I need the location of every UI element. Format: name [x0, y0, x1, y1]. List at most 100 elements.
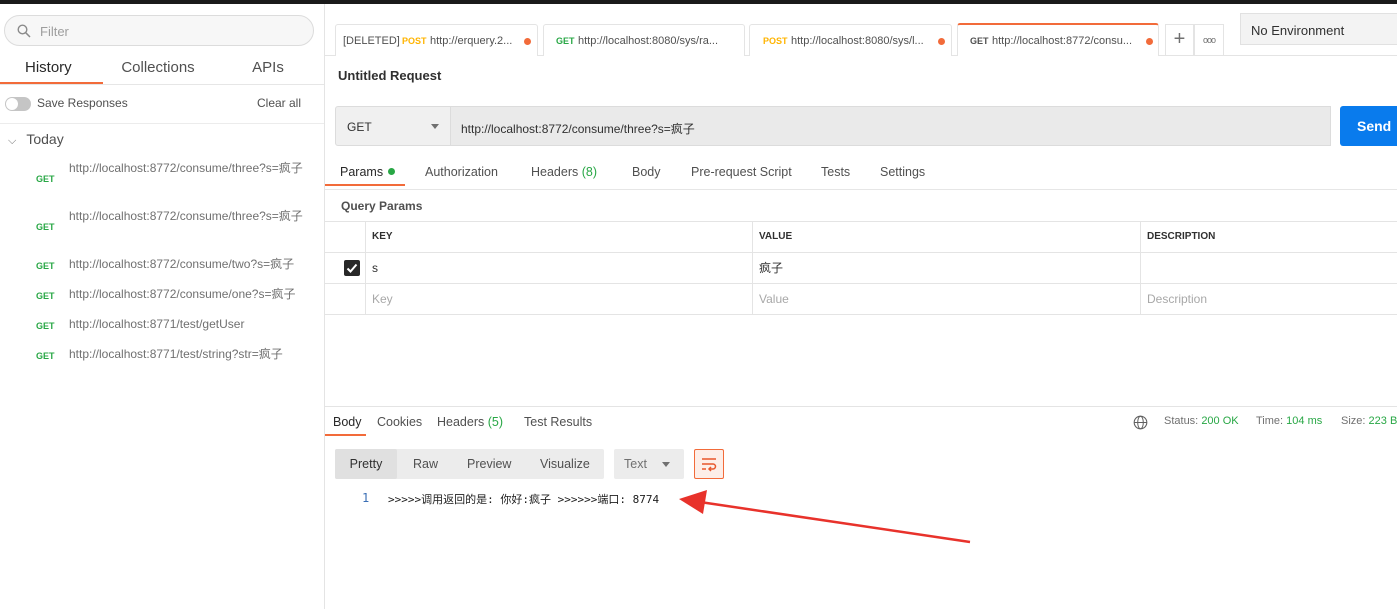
method-badge: GET [36, 174, 55, 184]
caret-down-icon [431, 124, 439, 129]
tab-title: http://localhost:8080/sys/ra... [578, 35, 719, 47]
method-badge: GET [970, 36, 989, 46]
tab-response-headers[interactable]: Headers (5) [437, 415, 503, 429]
tab-cookies[interactable]: Cookies [377, 415, 422, 429]
response-body-text[interactable]: >>>>>调用返回的是: 你好:疯子 >>>>>>端口: 8774 [388, 491, 659, 507]
method-select[interactable]: GET [335, 106, 451, 146]
status-label: Status: [1164, 415, 1199, 427]
tab-response-body[interactable]: Body [333, 415, 362, 429]
table-row: s 疯子 [325, 253, 1397, 284]
save-responses-toggle[interactable] [5, 97, 31, 111]
history-url: http://localhost:8772/consume/three?s=疯子 [69, 161, 303, 175]
size-label: Size: [1341, 415, 1366, 427]
tab-apis[interactable]: APIs [248, 59, 288, 85]
history-item[interactable]: GET http://localhost:8771/test/string?st… [0, 346, 324, 370]
tab-params[interactable]: Params [340, 165, 396, 179]
request-tab[interactable]: POST http://localhost:8080/sys/l... [749, 24, 952, 56]
history-item[interactable]: GET http://localhost:8772/consume/three?… [0, 208, 324, 248]
method-badge: POST [402, 36, 427, 46]
tab-test-results[interactable]: Test Results [524, 415, 592, 429]
history-item[interactable]: GET http://localhost:8772/consume/one?s=… [0, 286, 324, 310]
query-params-table: KEY VALUE DESCRIPTION s 疯子 Key Value Des… [325, 221, 1397, 315]
time-readout: Time: 104 ms [1256, 415, 1322, 427]
chevron-down-icon: ⌵ [8, 135, 17, 147]
request-tabs: Params Authorization Headers (8) Body Pr… [325, 156, 1397, 190]
history-url: http://localhost:8772/consume/three?s=疯子 [69, 209, 303, 223]
table-header-row: KEY VALUE DESCRIPTION [325, 222, 1397, 253]
history-item[interactable]: GET http://localhost:8772/consume/two?s=… [0, 256, 324, 280]
status-value: 200 OK [1201, 415, 1239, 427]
new-value-input[interactable]: Value [752, 284, 1141, 314]
plus-icon: + [1173, 28, 1186, 50]
environment-label: No Environment [1251, 23, 1345, 38]
time-value: 104 ms [1286, 415, 1323, 427]
tab-settings[interactable]: Settings [880, 165, 925, 179]
time-label: Time: [1256, 415, 1284, 427]
tab-headers[interactable]: Headers (8) [531, 165, 597, 179]
url-input[interactable]: http://localhost:8772/consume/three?s=疯子 [451, 106, 1331, 146]
more-tabs-button[interactable]: ooo [1194, 24, 1224, 56]
history-item[interactable]: GET http://localhost:8771/test/getUser [0, 316, 324, 340]
tab-label: Params [340, 165, 384, 179]
ellipsis-icon: ooo [1202, 35, 1216, 45]
history-item[interactable]: GET http://localhost:8772/consume/three?… [0, 160, 324, 200]
format-raw[interactable]: Raw [413, 457, 438, 471]
size-value: 223 B [1368, 415, 1397, 427]
status-readout: Status: 200 OK [1164, 415, 1239, 427]
param-value[interactable]: 疯子 [752, 253, 1141, 283]
history-url: http://localhost:8772/consume/two?s=疯子 [69, 257, 295, 271]
format-pretty[interactable]: Pretty [335, 449, 397, 479]
tab-title: http://localhost:8772/consu... [992, 35, 1133, 47]
divider [0, 84, 324, 85]
tab-title: http://erquery.2... [430, 35, 513, 47]
history-group-today[interactable]: ⌵ Today [8, 131, 64, 148]
method-badge: POST [763, 36, 788, 46]
tab-title: http://localhost:8080/sys/l... [791, 35, 924, 47]
headers-count: (8) [581, 165, 598, 179]
headers-count: (5) [487, 415, 504, 429]
wrap-lines-button[interactable] [694, 449, 724, 479]
method-badge: GET [36, 351, 55, 361]
new-key-input[interactable]: Key [365, 284, 753, 314]
query-params-title: Query Params [341, 199, 423, 213]
param-key[interactable]: s [365, 253, 753, 283]
tab-tests[interactable]: Tests [821, 165, 850, 179]
method-badge: GET [36, 261, 55, 271]
param-checkbox[interactable] [344, 260, 360, 276]
tab-body[interactable]: Body [632, 165, 661, 179]
request-tab[interactable]: GET http://localhost:8080/sys/ra... [543, 24, 745, 56]
history-url: http://localhost:8772/consume/one?s=疯子 [69, 287, 296, 301]
main-panel: [DELETED] POST http://erquery.2... GET h… [325, 4, 1397, 609]
request-tab[interactable]: [DELETED] POST http://erquery.2... [335, 24, 538, 56]
request-tab-active[interactable]: GET http://localhost:8772/consu... [957, 23, 1159, 56]
column-header-description: DESCRIPTION [1140, 222, 1397, 252]
param-description[interactable] [1140, 253, 1397, 283]
unsaved-dot [524, 38, 531, 45]
sidebar: Filter History Collections APIs Save Res… [0, 4, 325, 609]
request-tab-bar: [DELETED] POST http://erquery.2... GET h… [325, 4, 1397, 56]
column-header-value: VALUE [752, 222, 1141, 252]
request-title[interactable]: Untitled Request [338, 68, 441, 83]
tab-pre-request-script[interactable]: Pre-request Script [691, 165, 792, 179]
send-label: Send [1357, 118, 1392, 134]
new-description-input[interactable]: Description [1140, 284, 1397, 314]
format-visualize[interactable]: Visualize [540, 457, 590, 471]
wrap-lines-icon [702, 458, 717, 472]
tab-collections[interactable]: Collections [118, 59, 198, 85]
method-badge: GET [36, 222, 55, 232]
add-tab-button[interactable]: + [1165, 24, 1194, 56]
format-preview[interactable]: Preview [467, 457, 511, 471]
tab-authorization[interactable]: Authorization [425, 165, 498, 179]
content-type-label: Text [624, 457, 647, 471]
response-tabs: Body Cookies Headers (5) Test Results St… [325, 407, 1397, 437]
send-button[interactable]: Send [1340, 106, 1397, 146]
search-icon [17, 24, 31, 38]
filter-input[interactable]: Filter [4, 15, 314, 46]
globe-icon[interactable] [1133, 415, 1148, 430]
active-tab-underline [325, 184, 405, 186]
unsaved-dot [938, 38, 945, 45]
content-type-select[interactable]: Text [614, 449, 684, 479]
environment-select[interactable]: No Environment [1240, 13, 1397, 45]
column-header-key: KEY [365, 222, 753, 252]
clear-all-button[interactable]: Clear all [257, 96, 301, 110]
